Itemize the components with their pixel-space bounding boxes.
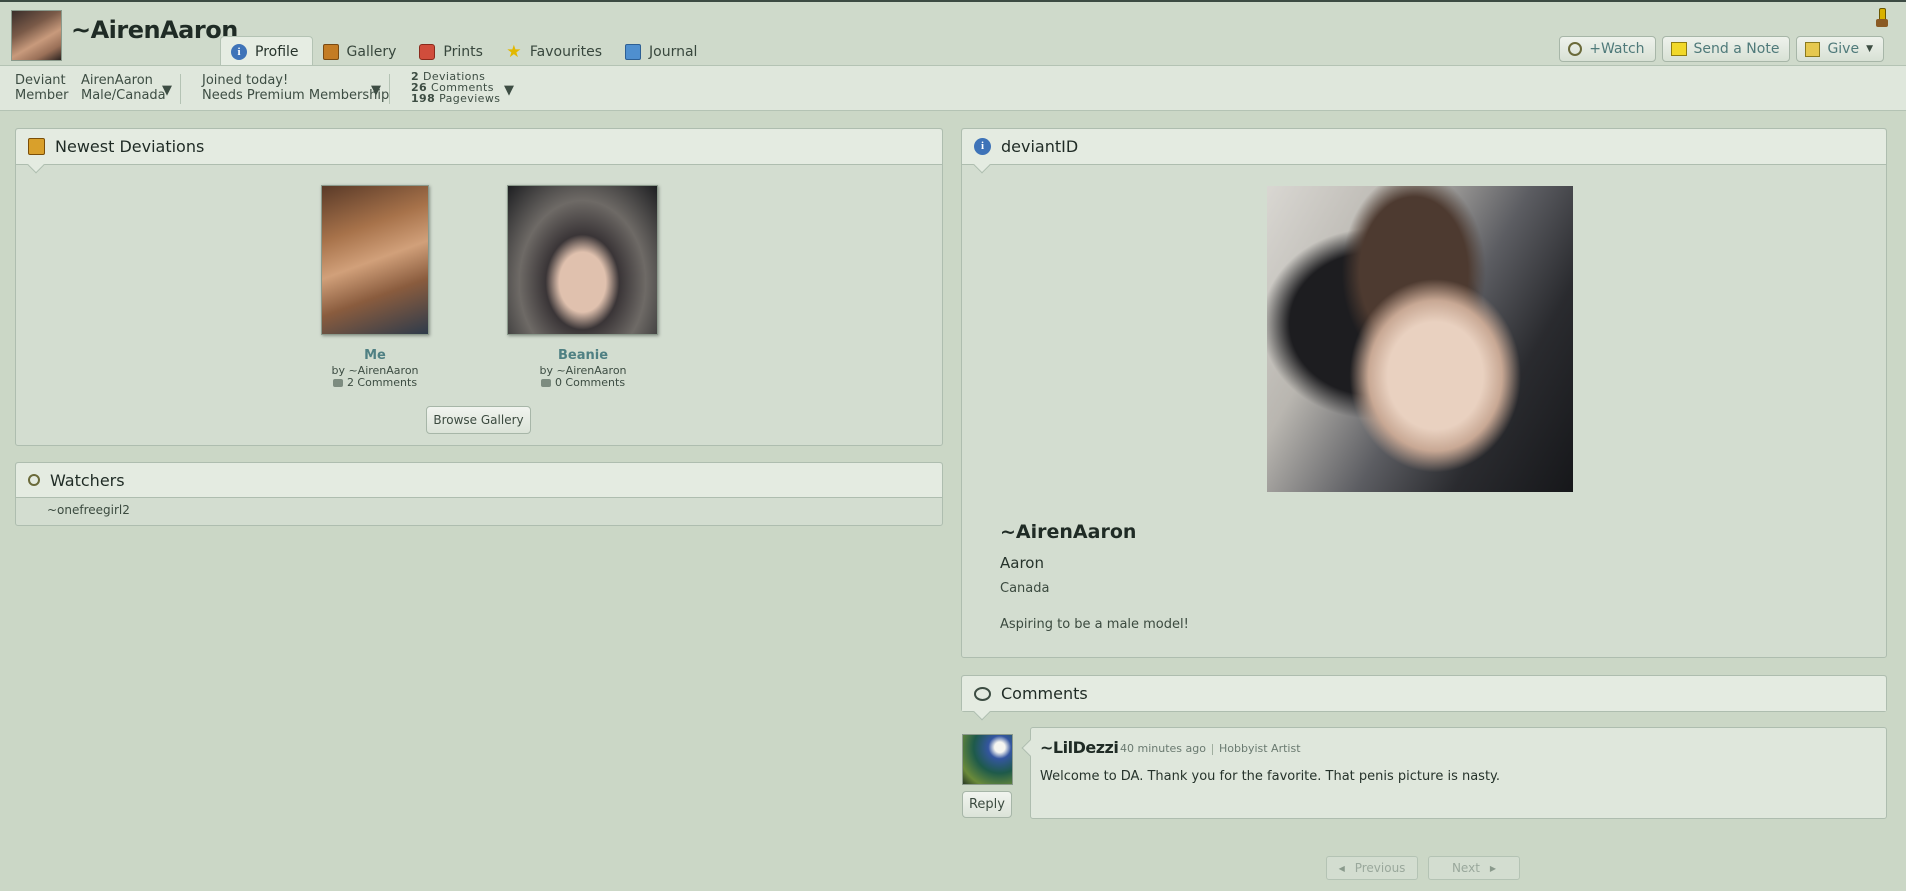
next-button[interactable]: Next ▶: [1428, 856, 1520, 880]
deviantid-photo[interactable]: [1267, 186, 1573, 492]
panel-title: Newest Deviations: [55, 137, 205, 156]
llama-icon[interactable]: [1876, 8, 1890, 28]
header-avatar[interactable]: [11, 10, 62, 61]
speech-bubble-icon: [974, 686, 991, 701]
profile-username[interactable]: ~AirenAaron: [71, 16, 238, 44]
comment: ~LilDezzi 40 minutes ago Hobbyist Artist …: [1021, 727, 1887, 819]
user-details: AirenAaron Male/Canada: [81, 73, 166, 103]
browse-gallery-button[interactable]: Browse Gallery: [426, 406, 531, 434]
info-icon: i: [231, 44, 247, 60]
give-label: Give: [1827, 41, 1860, 57]
comment-meta: 40 minutes ago Hobbyist Artist: [1120, 742, 1301, 755]
membership-info: Joined today! Needs Premium Membership: [202, 73, 390, 103]
tab-prints[interactable]: Prints: [409, 36, 496, 67]
gallery-icon: [322, 43, 339, 60]
watcher-link[interactable]: ~onefreegirl2: [47, 503, 130, 517]
divider: [389, 74, 390, 104]
comment-author[interactable]: ~LilDezzi: [1040, 738, 1119, 757]
panel-title: Comments: [1001, 684, 1088, 703]
chevron-down-icon[interactable]: ▼: [162, 83, 172, 98]
deviation-thumbnail-me[interactable]: [321, 185, 429, 335]
profile-tabs: i Profile Gallery Prints ★ Favourites Jo…: [220, 36, 710, 67]
profile-header: ~AirenAaron i Profile Gallery Prints ★ F…: [0, 2, 1906, 67]
info-icon: i: [974, 138, 991, 155]
send-note-button[interactable]: Send a Note: [1661, 36, 1791, 62]
comment-icon: [332, 379, 343, 387]
tab-profile[interactable]: i Profile: [220, 36, 313, 67]
watch-button[interactable]: +Watch: [1559, 36, 1656, 62]
tab-label: Journal: [649, 43, 698, 60]
deviation-comments[interactable]: 0 Comments: [523, 376, 643, 389]
tab-label: Prints: [443, 43, 483, 60]
deviantid-username[interactable]: ~AirenAaron: [1000, 521, 1136, 543]
comments-panel: Comments: [961, 675, 1887, 721]
watchers-panel: Watchers: [15, 462, 943, 526]
tab-label: Favourites: [529, 43, 603, 60]
header-actions: +Watch Send a Note Give ▼: [1559, 36, 1884, 62]
deviation-thumbnail-beanie[interactable]: [507, 185, 658, 335]
gift-icon: [1805, 41, 1821, 57]
comment-time[interactable]: 40 minutes ago: [1120, 742, 1206, 755]
reply-button[interactable]: Reply: [962, 791, 1012, 818]
deviations-icon: [28, 138, 45, 155]
profile-stats: 2 Deviations 26 Comments 198 Pageviews: [411, 70, 501, 105]
prints-icon: [419, 43, 436, 60]
deviation-title[interactable]: Beanie: [523, 348, 643, 363]
journal-icon: [625, 43, 642, 60]
watch-icon: [1568, 42, 1583, 56]
watch-label: +Watch: [1589, 41, 1645, 57]
deviantid-real-name: Aaron: [1000, 554, 1044, 572]
note-label: Send a Note: [1693, 41, 1780, 57]
member-type: Deviant Member: [15, 73, 69, 103]
deviation-comments[interactable]: 2 Comments: [315, 376, 435, 389]
tab-label: Gallery: [346, 43, 397, 60]
deviation-title[interactable]: Me: [315, 348, 435, 363]
chevron-right-icon: ▶: [1489, 863, 1497, 873]
chevron-left-icon: ◀: [1338, 863, 1345, 873]
newest-deviations-panel: Newest Deviations: [15, 128, 943, 446]
give-button[interactable]: Give ▼: [1796, 36, 1884, 62]
comment-icon: [540, 379, 551, 387]
note-icon: [1670, 42, 1687, 56]
tab-label: Profile: [255, 44, 299, 60]
panel-title: Watchers: [50, 470, 125, 490]
divider: [180, 74, 181, 104]
comment-role: Hobbyist Artist: [1218, 742, 1301, 755]
chevron-down-icon: ▼: [1866, 44, 1873, 54]
deviantid-bio: Aspiring to be a male model!: [1000, 617, 1189, 632]
panel-title: deviantID: [1001, 137, 1079, 156]
tab-favourites[interactable]: ★ Favourites: [496, 36, 615, 67]
comment-text: Welcome to DA. Thank you for the favorit…: [1040, 769, 1501, 784]
chevron-down-icon[interactable]: ▼: [504, 83, 514, 98]
tab-journal[interactable]: Journal: [615, 36, 710, 67]
star-icon: ★: [506, 41, 522, 62]
tab-gallery[interactable]: Gallery: [313, 36, 410, 67]
watchers-icon: [28, 474, 40, 486]
profile-subbar: Deviant Member AirenAaron Male/Canada ▼ …: [0, 65, 1906, 111]
commenter-avatar[interactable]: [962, 734, 1013, 785]
chevron-down-icon[interactable]: ▼: [371, 83, 381, 98]
deviantid-location: Canada: [1000, 581, 1050, 596]
previous-button[interactable]: ◀ Previous: [1326, 856, 1418, 880]
